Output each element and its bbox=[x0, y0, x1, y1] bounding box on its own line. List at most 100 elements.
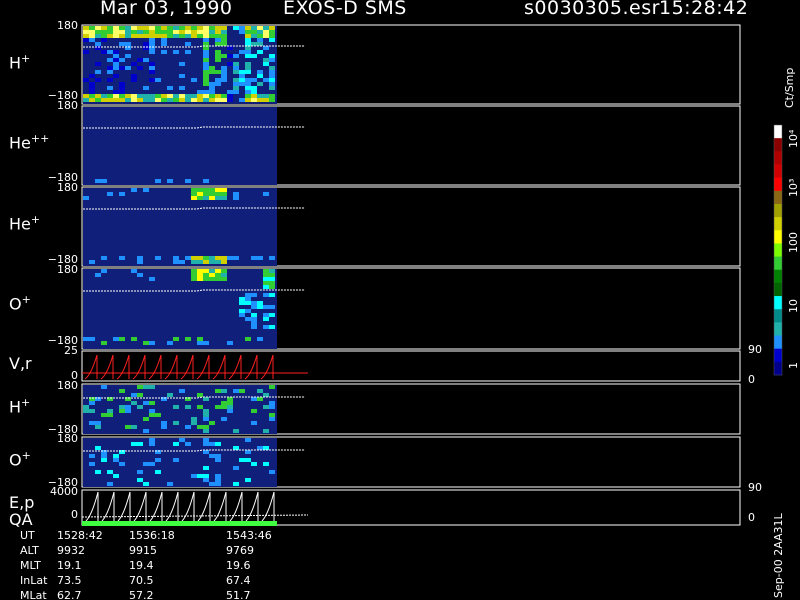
heatmap-cell bbox=[215, 273, 221, 277]
heatmap-cell bbox=[269, 293, 275, 297]
heatmap-cell bbox=[269, 417, 275, 421]
heatmap-cell bbox=[269, 256, 275, 260]
heatmap-cell bbox=[149, 94, 155, 98]
heatmap-cell bbox=[215, 58, 221, 62]
heatmap-cell bbox=[203, 70, 209, 74]
heatmap-cell bbox=[113, 474, 119, 478]
heatmap-cell bbox=[239, 78, 245, 82]
heatmap-cell bbox=[113, 30, 119, 34]
heatmap-cell bbox=[227, 341, 233, 345]
heatmap-cell bbox=[257, 397, 263, 401]
heatmap-cell bbox=[215, 256, 221, 260]
colorbar-cell bbox=[774, 125, 782, 139]
heatmap-cell bbox=[269, 26, 275, 30]
heatmap-cell bbox=[125, 66, 131, 70]
series-line-v bbox=[116, 354, 130, 380]
heatmap-cell bbox=[257, 42, 263, 46]
heatmap-cell bbox=[173, 405, 179, 409]
heatmap-cell bbox=[155, 256, 161, 260]
heatmap-cell bbox=[197, 474, 203, 478]
heatmap-cell bbox=[119, 98, 125, 102]
heatmap-cell bbox=[209, 273, 215, 277]
heatmap-cell bbox=[119, 58, 125, 62]
heatmap-cell bbox=[107, 78, 113, 82]
heatmap-cell bbox=[263, 281, 269, 285]
heatmap-cell bbox=[125, 30, 131, 34]
heatmap-cell bbox=[269, 325, 275, 329]
heatmap-cell bbox=[149, 341, 155, 345]
heatmap-cell bbox=[89, 409, 95, 413]
heatmap-cell bbox=[185, 179, 191, 183]
heatmap-cell bbox=[203, 30, 209, 34]
heatmap-cell bbox=[245, 54, 251, 58]
heatmap-cell bbox=[203, 466, 209, 470]
heatmap-cell bbox=[173, 94, 179, 98]
heatmap-cell bbox=[83, 34, 89, 38]
colorbar-tick-100: 100 bbox=[787, 232, 800, 253]
heatmap-cell bbox=[239, 458, 245, 462]
heatmap-cell bbox=[251, 86, 257, 90]
heatmap-cell bbox=[197, 405, 203, 409]
colorbar-cell bbox=[774, 296, 782, 310]
heatmap-cell bbox=[173, 30, 179, 34]
heatmap-cell bbox=[215, 482, 221, 486]
heatmap-cell bbox=[149, 50, 155, 54]
heatmap-cell bbox=[89, 86, 95, 90]
heatmap-cell bbox=[125, 98, 131, 102]
heatmap-cell bbox=[263, 405, 269, 409]
ephemeris-value: 73.5 bbox=[57, 574, 82, 587]
heatmap-cell bbox=[251, 321, 257, 325]
heatmap-cell bbox=[95, 30, 101, 34]
heatmap-cell bbox=[107, 66, 113, 70]
heatmap-cell bbox=[95, 273, 101, 277]
page: Mar 03, 1990 EXOS-D SMS s0030305.esr 15:… bbox=[0, 0, 800, 600]
heatmap-cell bbox=[221, 78, 227, 82]
heatmap-cell bbox=[269, 66, 275, 70]
heatmap-cell bbox=[89, 98, 95, 102]
heatmap-cell bbox=[131, 269, 137, 273]
ephemeris-row-label: MLT bbox=[20, 559, 41, 572]
heatmap-cell bbox=[119, 192, 125, 196]
heatmap-cell bbox=[83, 94, 89, 98]
heatmap-cell bbox=[215, 277, 221, 281]
heatmap-cell bbox=[173, 98, 179, 102]
heatmap-cell bbox=[263, 94, 269, 98]
heatmap-cell bbox=[263, 62, 269, 66]
heatmap-cell bbox=[221, 34, 227, 38]
ephemeris-row-label: UT bbox=[20, 529, 35, 542]
heatmap-cell bbox=[197, 341, 203, 345]
qa-bar bbox=[82, 521, 277, 526]
heatmap-cell bbox=[197, 256, 203, 260]
heatmap-cell bbox=[113, 98, 119, 102]
heatmap-cell bbox=[263, 429, 269, 433]
series-line-v bbox=[84, 354, 98, 380]
heatmap-cell bbox=[113, 58, 119, 62]
colorbar-cell bbox=[774, 217, 782, 231]
heatmap-cell bbox=[125, 34, 131, 38]
ephemeris-value: 70.5 bbox=[129, 574, 154, 587]
heatmap-cell bbox=[215, 98, 221, 102]
heatmap-cell bbox=[119, 90, 125, 94]
series-line-e bbox=[261, 491, 275, 522]
colorbar-tick-1e3: 10³ bbox=[787, 178, 800, 197]
heatmap-cell bbox=[251, 397, 257, 401]
heatmap-cell bbox=[95, 62, 101, 66]
panel-label-vr: V,r bbox=[9, 354, 32, 373]
heatmap-cell bbox=[173, 260, 179, 264]
heatmap-cell bbox=[95, 425, 101, 429]
heatmap-cell bbox=[95, 94, 101, 98]
heatmap-cell bbox=[113, 50, 119, 54]
heatmap-cell bbox=[221, 66, 227, 70]
heatmap-cell bbox=[161, 425, 167, 429]
heatmap-cell bbox=[245, 62, 251, 66]
heatmap-cell bbox=[203, 94, 209, 98]
heatmap-cell bbox=[209, 66, 215, 70]
heatmap-cell bbox=[149, 401, 155, 405]
heatmap-cell bbox=[263, 317, 269, 321]
heatmap-cell bbox=[245, 30, 251, 34]
heatmap-cell bbox=[161, 42, 167, 46]
tick-ep-bottom: 0 bbox=[71, 508, 78, 521]
heatmap-cell bbox=[221, 30, 227, 34]
heatmap-cell bbox=[119, 86, 125, 90]
heatmap-cell bbox=[239, 82, 245, 86]
